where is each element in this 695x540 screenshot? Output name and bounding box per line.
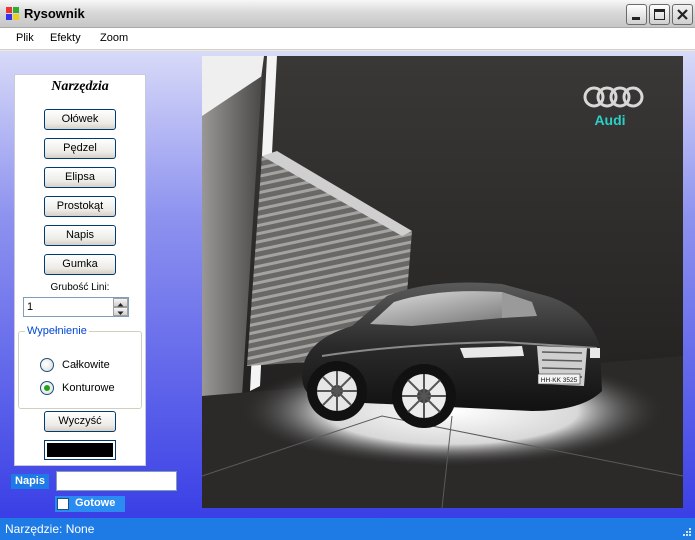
close-icon xyxy=(677,9,688,20)
app-window: Rysownik Plik Efekty Zoom Narzędzia Ołów… xyxy=(0,0,695,540)
paint-app-icon xyxy=(6,7,20,21)
radio-outline-label[interactable]: Konturowe xyxy=(62,382,115,394)
rectangle-button[interactable]: Prostokąt xyxy=(44,196,116,217)
clear-button[interactable]: Wyczyść xyxy=(44,411,116,432)
minimize-icon xyxy=(632,17,640,20)
tools-panel: Narzędzia Ołówek Pędzel Elipsa Prostokąt… xyxy=(14,74,146,466)
menu-bar: Plik Efekty Zoom xyxy=(0,28,695,50)
thickness-label: Grubość Lini: xyxy=(50,282,110,293)
radio-full-label[interactable]: Całkowite xyxy=(62,359,110,371)
thickness-stepper[interactable]: 1 xyxy=(23,297,129,317)
audi-logo-text: Audi xyxy=(594,112,625,128)
fill-group-label: Wypełnienie xyxy=(25,325,89,337)
ready-checkbox-label[interactable]: Gotowe xyxy=(75,497,115,509)
ready-checkbox[interactable] xyxy=(57,498,69,510)
ready-checkbox-row[interactable]: Gotowe xyxy=(55,496,125,512)
drawing-canvas[interactable]: HH·KK 3525 Audi xyxy=(202,56,683,508)
text-input[interactable] xyxy=(56,471,177,491)
minimize-button[interactable] xyxy=(626,4,647,25)
title-bar[interactable]: Rysownik xyxy=(0,0,695,28)
status-text: Narzędzie: None xyxy=(5,522,95,536)
fill-groupbox: Wypełnienie Całkowite Konturowe xyxy=(18,325,142,409)
menu-zoom[interactable]: Zoom xyxy=(100,32,128,44)
brush-button[interactable]: Pędzel xyxy=(44,138,116,159)
status-bar: Narzędzie: None xyxy=(0,518,695,540)
menu-plik[interactable]: Plik xyxy=(16,32,34,44)
spin-up-button[interactable] xyxy=(113,298,128,307)
text-button[interactable]: Napis xyxy=(44,225,116,246)
car-image: HH·KK 3525 Audi xyxy=(202,56,683,508)
text-label: Napis xyxy=(11,474,49,489)
radio-outline[interactable] xyxy=(40,381,54,395)
maximize-button[interactable] xyxy=(649,4,670,25)
radio-full[interactable] xyxy=(40,358,54,372)
resize-grip-icon[interactable] xyxy=(682,527,692,537)
chevron-down-icon xyxy=(117,311,124,315)
maximize-icon xyxy=(654,9,665,20)
color-picker-button[interactable] xyxy=(44,440,116,460)
ellipse-button[interactable]: Elipsa xyxy=(44,167,116,188)
window-title: Rysownik xyxy=(24,6,85,21)
tools-title: Narzędzia xyxy=(51,79,109,94)
license-plate: HH·KK 3525 xyxy=(541,377,578,384)
close-button[interactable] xyxy=(672,4,693,25)
menu-efekty[interactable]: Efekty xyxy=(50,32,81,44)
eraser-button[interactable]: Gumka xyxy=(44,254,116,275)
pencil-button[interactable]: Ołówek xyxy=(44,109,116,130)
spin-down-button[interactable] xyxy=(113,307,128,316)
thickness-value[interactable]: 1 xyxy=(27,301,33,313)
